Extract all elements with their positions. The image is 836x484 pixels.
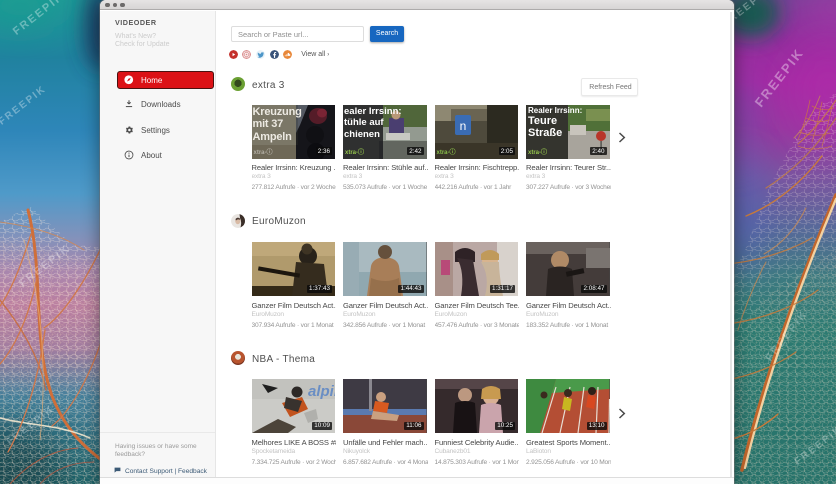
svg-text:n: n bbox=[459, 119, 466, 133]
svg-text:alpin: alpin bbox=[308, 383, 336, 400]
